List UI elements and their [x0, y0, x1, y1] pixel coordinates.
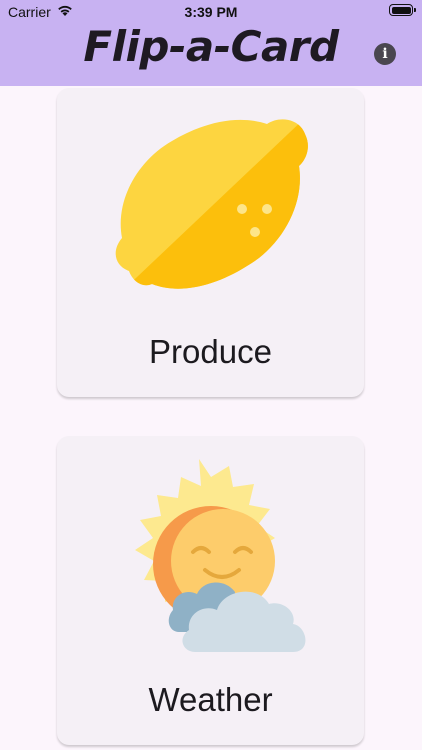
- app-title: Flip-a-Card: [83, 22, 339, 71]
- header-bar: Carrier 3:39 PM Flip-a-Card i: [0, 0, 422, 86]
- category-card-weather[interactable]: Weather: [57, 436, 364, 745]
- card-label: Produce: [149, 333, 272, 370]
- status-bar: Carrier 3:39 PM: [0, 0, 422, 24]
- info-icon: i: [382, 46, 388, 62]
- lemon-icon: [115, 119, 308, 289]
- category-card-produce[interactable]: Produce: [57, 88, 364, 397]
- card-label: Weather: [148, 681, 273, 718]
- sun-cloud-icon: [135, 459, 306, 652]
- battery-icon: [389, 4, 416, 16]
- clock: 3:39 PM: [184, 4, 238, 20]
- app-screen: Carrier 3:39 PM Flip-a-Card i Produce We…: [0, 0, 422, 750]
- info-button[interactable]: i: [374, 43, 396, 65]
